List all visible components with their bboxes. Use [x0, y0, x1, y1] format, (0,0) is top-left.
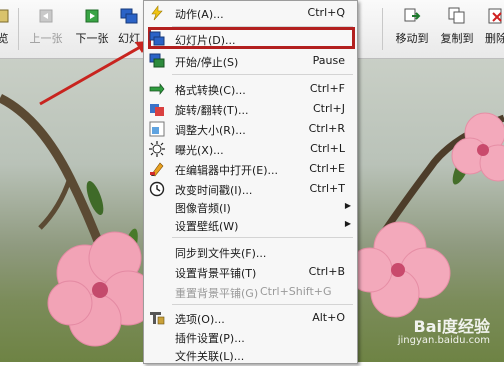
rotate-icon: [149, 101, 165, 117]
menu-item-label: 调整大小(R)...: [175, 124, 246, 137]
menu-item-label: 重置背景平铺(G): [175, 287, 259, 300]
menu-item-shortcut: Pause: [312, 54, 345, 67]
watermark-brand: Bai度经验: [413, 317, 490, 336]
menu-item-label: 动作(A)...: [175, 8, 224, 21]
menu-separator: [172, 237, 353, 238]
menu-item-resize[interactable]: 调整大小(R)... Ctrl+R: [144, 118, 357, 140]
convert-icon: [149, 81, 165, 97]
menu-item-shortcut: Ctrl+L: [310, 142, 345, 155]
menu-separator: [172, 74, 353, 75]
resize-icon: [149, 121, 165, 137]
slideshow-icon: [149, 31, 165, 47]
menu-item-shortcut: Ctrl+J: [312, 102, 345, 115]
menu-item-reset-tile[interactable]: 重置背景平铺(G) Ctrl+Shift+G: [144, 281, 357, 303]
watermark: Bai度经验 jingyan.baidu.com: [397, 317, 490, 348]
exposure-icon: [149, 141, 165, 157]
menu-item-shortcut: Ctrl+R: [308, 122, 345, 135]
menu-item-label: 设置壁纸(W): [175, 220, 239, 233]
menu-item-shortcut: Alt+O: [312, 311, 345, 324]
submenu-arrow-icon: ▶: [344, 219, 351, 228]
menu-item-shortcut: Ctrl+B: [308, 265, 345, 278]
menu-item-file-association[interactable]: 文件关联(L)...: [144, 344, 357, 366]
menu-item-label: 曝光(X)...: [175, 144, 224, 157]
menu-separator: [172, 304, 353, 305]
options-icon: [149, 310, 165, 326]
clock-icon: [149, 181, 165, 197]
watermark-url: jingyan.baidu.com: [397, 335, 490, 346]
menu-item-action[interactable]: 动作(A)... Ctrl+Q: [144, 2, 357, 24]
menu-item-shortcut: Ctrl+E: [309, 162, 345, 175]
lightning-icon: [149, 5, 165, 21]
menu-item-label: 同步到文件夹(F)...: [175, 247, 267, 260]
menu-item-sync-folder[interactable]: 同步到文件夹(F)...: [144, 241, 357, 263]
menu-item-label: 设置背景平铺(T): [175, 267, 257, 280]
menu-item-label: 格式转换(C)...: [175, 84, 246, 97]
menu-item-label: 旋转/翻转(T)...: [175, 104, 249, 117]
menu-item-exposure[interactable]: 曝光(X)... Ctrl+L: [144, 138, 357, 160]
menu-item-open-in-editor[interactable]: 在编辑器中打开(E)... Ctrl+E: [144, 158, 357, 180]
menu-item-set-tile[interactable]: 设置背景平铺(T) Ctrl+B: [144, 261, 357, 283]
menu-item-shortcut: Ctrl+Q: [307, 6, 345, 19]
menu-item-shortcut: Ctrl+Shift+G: [260, 285, 332, 298]
menu-item-start-stop[interactable]: 开始/停止(S) Pause: [144, 50, 357, 72]
start-stop-icon: [149, 53, 165, 69]
menu-item-shortcut: Ctrl+T: [309, 182, 345, 195]
editor-icon: [149, 161, 165, 177]
menu-item-shortcut: Ctrl+F: [309, 82, 345, 95]
menu-item-rotate[interactable]: 旋转/翻转(T)... Ctrl+J: [144, 98, 357, 120]
submenu-arrow-icon: ▶: [344, 201, 351, 210]
context-menu: 动作(A)... Ctrl+Q 幻灯片(D)... 开始/停止(S) Pause…: [143, 0, 358, 364]
menu-item-label: 开始/停止(S): [175, 56, 239, 69]
menu-item-label: 幻灯片(D)...: [175, 34, 236, 47]
menu-item-slideshow[interactable]: 幻灯片(D)...: [144, 28, 357, 50]
menu-item-label: 在编辑器中打开(E)...: [175, 164, 279, 177]
menu-item-set-wallpaper[interactable]: 设置壁纸(W) ▶: [144, 214, 357, 236]
menu-item-convert[interactable]: 格式转换(C)... Ctrl+F: [144, 78, 357, 100]
menu-item-label: 选项(O)...: [175, 313, 225, 326]
